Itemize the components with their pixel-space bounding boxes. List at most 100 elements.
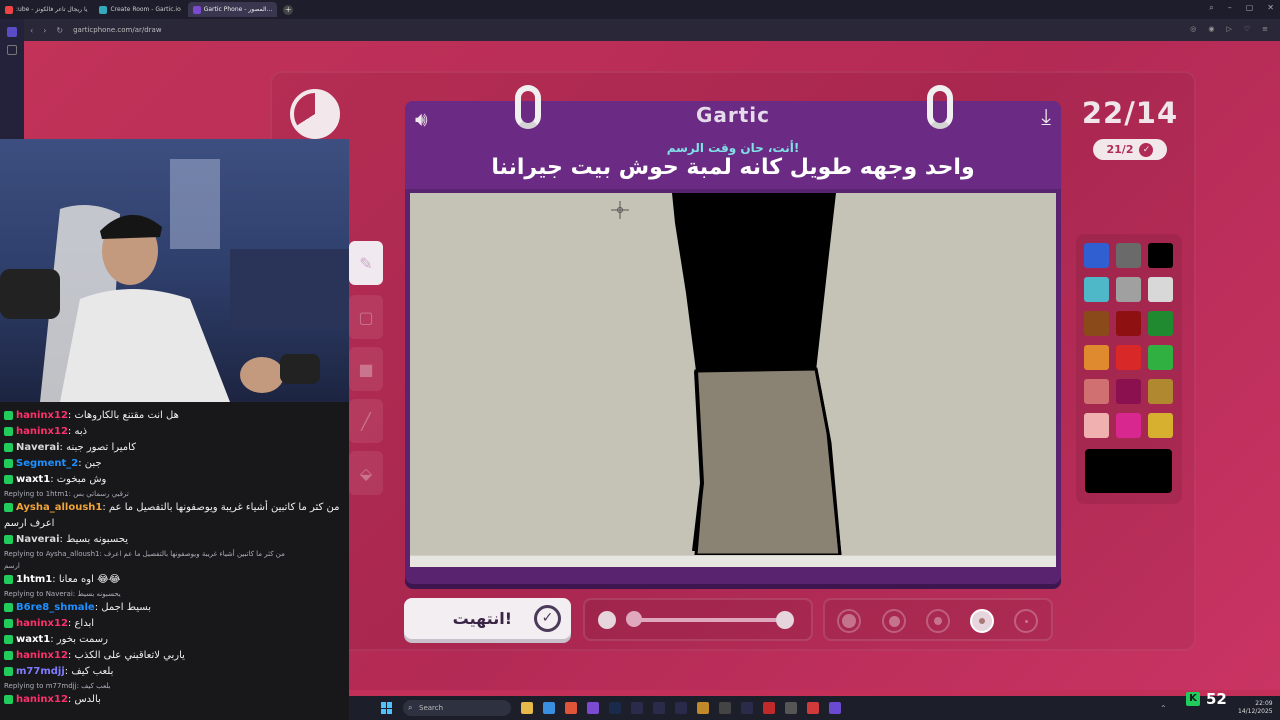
color-swatch[interactable] [1084, 311, 1109, 336]
blender-icon[interactable] [697, 702, 709, 714]
color-swatch[interactable] [1116, 379, 1141, 404]
brush-size-option[interactable] [837, 609, 861, 633]
forward-icon[interactable]: › [43, 26, 46, 35]
chat-username[interactable]: haninx12 [16, 694, 68, 705]
rectangle-fill-tool-icon[interactable]: ■ [349, 347, 383, 391]
drawing-canvas[interactable] [410, 193, 1056, 555]
extension-icon[interactable]: ◎ [1190, 25, 1196, 33]
subscriber-badge-icon [4, 458, 13, 468]
color-swatch[interactable] [1148, 243, 1173, 268]
media-encoder-icon[interactable] [675, 702, 687, 714]
color-swatch[interactable] [1116, 311, 1141, 336]
color-swatch[interactable] [1084, 345, 1109, 370]
opacity-preview-dot [598, 611, 616, 629]
color-swatch[interactable] [1084, 243, 1109, 268]
eye-icon[interactable]: ◉ [1208, 25, 1214, 33]
vscode-icon[interactable] [543, 702, 555, 714]
done-button[interactable]: انتهيت! ✓ [404, 598, 571, 639]
color-swatch[interactable] [1148, 311, 1173, 336]
chat-message: Naverai: كاميرا تصور جبنه [0, 440, 349, 456]
chat-username[interactable]: Segment_2 [16, 458, 78, 469]
chat-username[interactable]: haninx12 [16, 618, 68, 629]
close-icon[interactable]: ✕ [1267, 3, 1274, 13]
chat-message-continuation: اعرف ارسم [0, 516, 349, 532]
color-swatch[interactable] [1116, 413, 1141, 438]
opacity-slider-handle[interactable] [776, 611, 794, 629]
chat-message: haninx12: ذبه [0, 424, 349, 440]
after-effects-icon[interactable] [631, 702, 643, 714]
chat-username[interactable]: haninx12 [16, 410, 68, 421]
chat-username[interactable]: waxt1 [16, 474, 50, 485]
color-swatch[interactable] [1084, 277, 1109, 302]
color-swatch[interactable] [1116, 345, 1141, 370]
play-icon[interactable]: ▷ [1226, 25, 1231, 33]
chat-reply-line: ارسم [0, 560, 349, 572]
browser-tab[interactable]: Create Room - Gartic.io [94, 2, 185, 17]
chat-username[interactable]: m77mdjj [16, 666, 65, 677]
obs-icon[interactable] [785, 702, 797, 714]
crosshair-cursor-icon [611, 201, 629, 219]
system-clock: 22:09 14/12/2025 [1238, 700, 1273, 716]
subscriber-badge-icon [4, 666, 13, 676]
premiere-icon[interactable] [741, 702, 753, 714]
color-swatch[interactable] [1148, 413, 1173, 438]
brush-size-option[interactable] [1014, 609, 1038, 633]
brush-size-option[interactable] [970, 609, 994, 633]
app-icon[interactable] [807, 702, 819, 714]
chat-username[interactable]: Naverai [16, 534, 60, 545]
pencil-tool-icon[interactable]: ✎ [349, 241, 383, 285]
youtube-icon [5, 5, 13, 14]
minimize-icon[interactable]: – [1228, 3, 1232, 13]
visual-studio-icon[interactable] [587, 702, 599, 714]
maximize-icon[interactable]: ▢ [1246, 3, 1254, 13]
chat-username[interactable]: waxt1 [16, 634, 50, 645]
color-swatch[interactable] [1116, 277, 1141, 302]
windows-start-icon[interactable] [381, 702, 393, 714]
browser-tab-active[interactable]: Gartic Phone - المصور... [187, 2, 278, 17]
new-tab-button[interactable]: + [283, 4, 294, 15]
color-swatch[interactable] [1116, 243, 1141, 268]
heart-icon[interactable]: ♡ [1244, 25, 1250, 33]
menu-icon[interactable]: ≡ [1262, 25, 1268, 33]
chat-username[interactable]: haninx12 [16, 650, 68, 661]
tray-arrow-icon[interactable]: ⌃ [1160, 704, 1173, 713]
chat-username[interactable]: Aysha_alloush1 [16, 502, 102, 513]
color-swatch[interactable] [1148, 277, 1173, 302]
color-swatch[interactable] [1148, 379, 1173, 404]
chat-message-text: جبن [84, 458, 102, 469]
brush-size-option[interactable] [926, 609, 950, 633]
chat-username[interactable]: 1htm1 [16, 574, 52, 585]
audition-icon[interactable] [653, 702, 665, 714]
search-tabs-icon[interactable]: ⌕ [1209, 3, 1213, 13]
discord-icon[interactable] [829, 702, 841, 714]
gartic-logo: Gartic [695, 103, 771, 127]
git-icon[interactable] [719, 702, 731, 714]
opera-icon[interactable] [763, 702, 775, 714]
color-swatch[interactable] [1148, 345, 1173, 370]
round-counter: 22/14 [1081, 96, 1179, 130]
photoshop-icon[interactable] [609, 702, 621, 714]
back-icon[interactable]: ‹ [30, 26, 33, 35]
color-swatch[interactable] [1084, 413, 1109, 438]
chat-username[interactable]: Naverai [16, 442, 60, 453]
brush-size-option[interactable] [882, 609, 906, 633]
tab-label: Gartic Phone - المصور... [203, 6, 273, 13]
chat-message: waxt1: رسمت بخور [0, 632, 349, 648]
browser-tab[interactable]: :ube - يا ريجال تاعر فالكونز [0, 2, 92, 17]
star-icon[interactable] [7, 45, 17, 55]
file-explorer-icon[interactable] [521, 702, 533, 714]
taskbar-search[interactable]: Search [403, 700, 511, 716]
chat-message-text: ابداع [74, 618, 95, 629]
chat-username[interactable]: haninx12 [16, 426, 68, 437]
brave-icon[interactable] [565, 702, 577, 714]
bucket-tool-icon[interactable]: ⬙ [349, 451, 383, 495]
reload-icon[interactable]: ↻ [56, 26, 63, 35]
browser-tools: ◎ ◉ ▷ ♡ ≡ [1190, 25, 1268, 33]
chat-username[interactable]: B6re8_shmale [16, 602, 95, 613]
url-text[interactable]: garticphone.com/ar/draw [73, 26, 161, 34]
download-icon[interactable]: ⤓ [1041, 105, 1051, 130]
line-tool-icon[interactable]: ╱ [349, 399, 383, 443]
color-swatch[interactable] [1084, 379, 1109, 404]
home-icon[interactable] [7, 27, 17, 37]
rectangle-outline-tool-icon[interactable]: ▢ [349, 295, 383, 339]
